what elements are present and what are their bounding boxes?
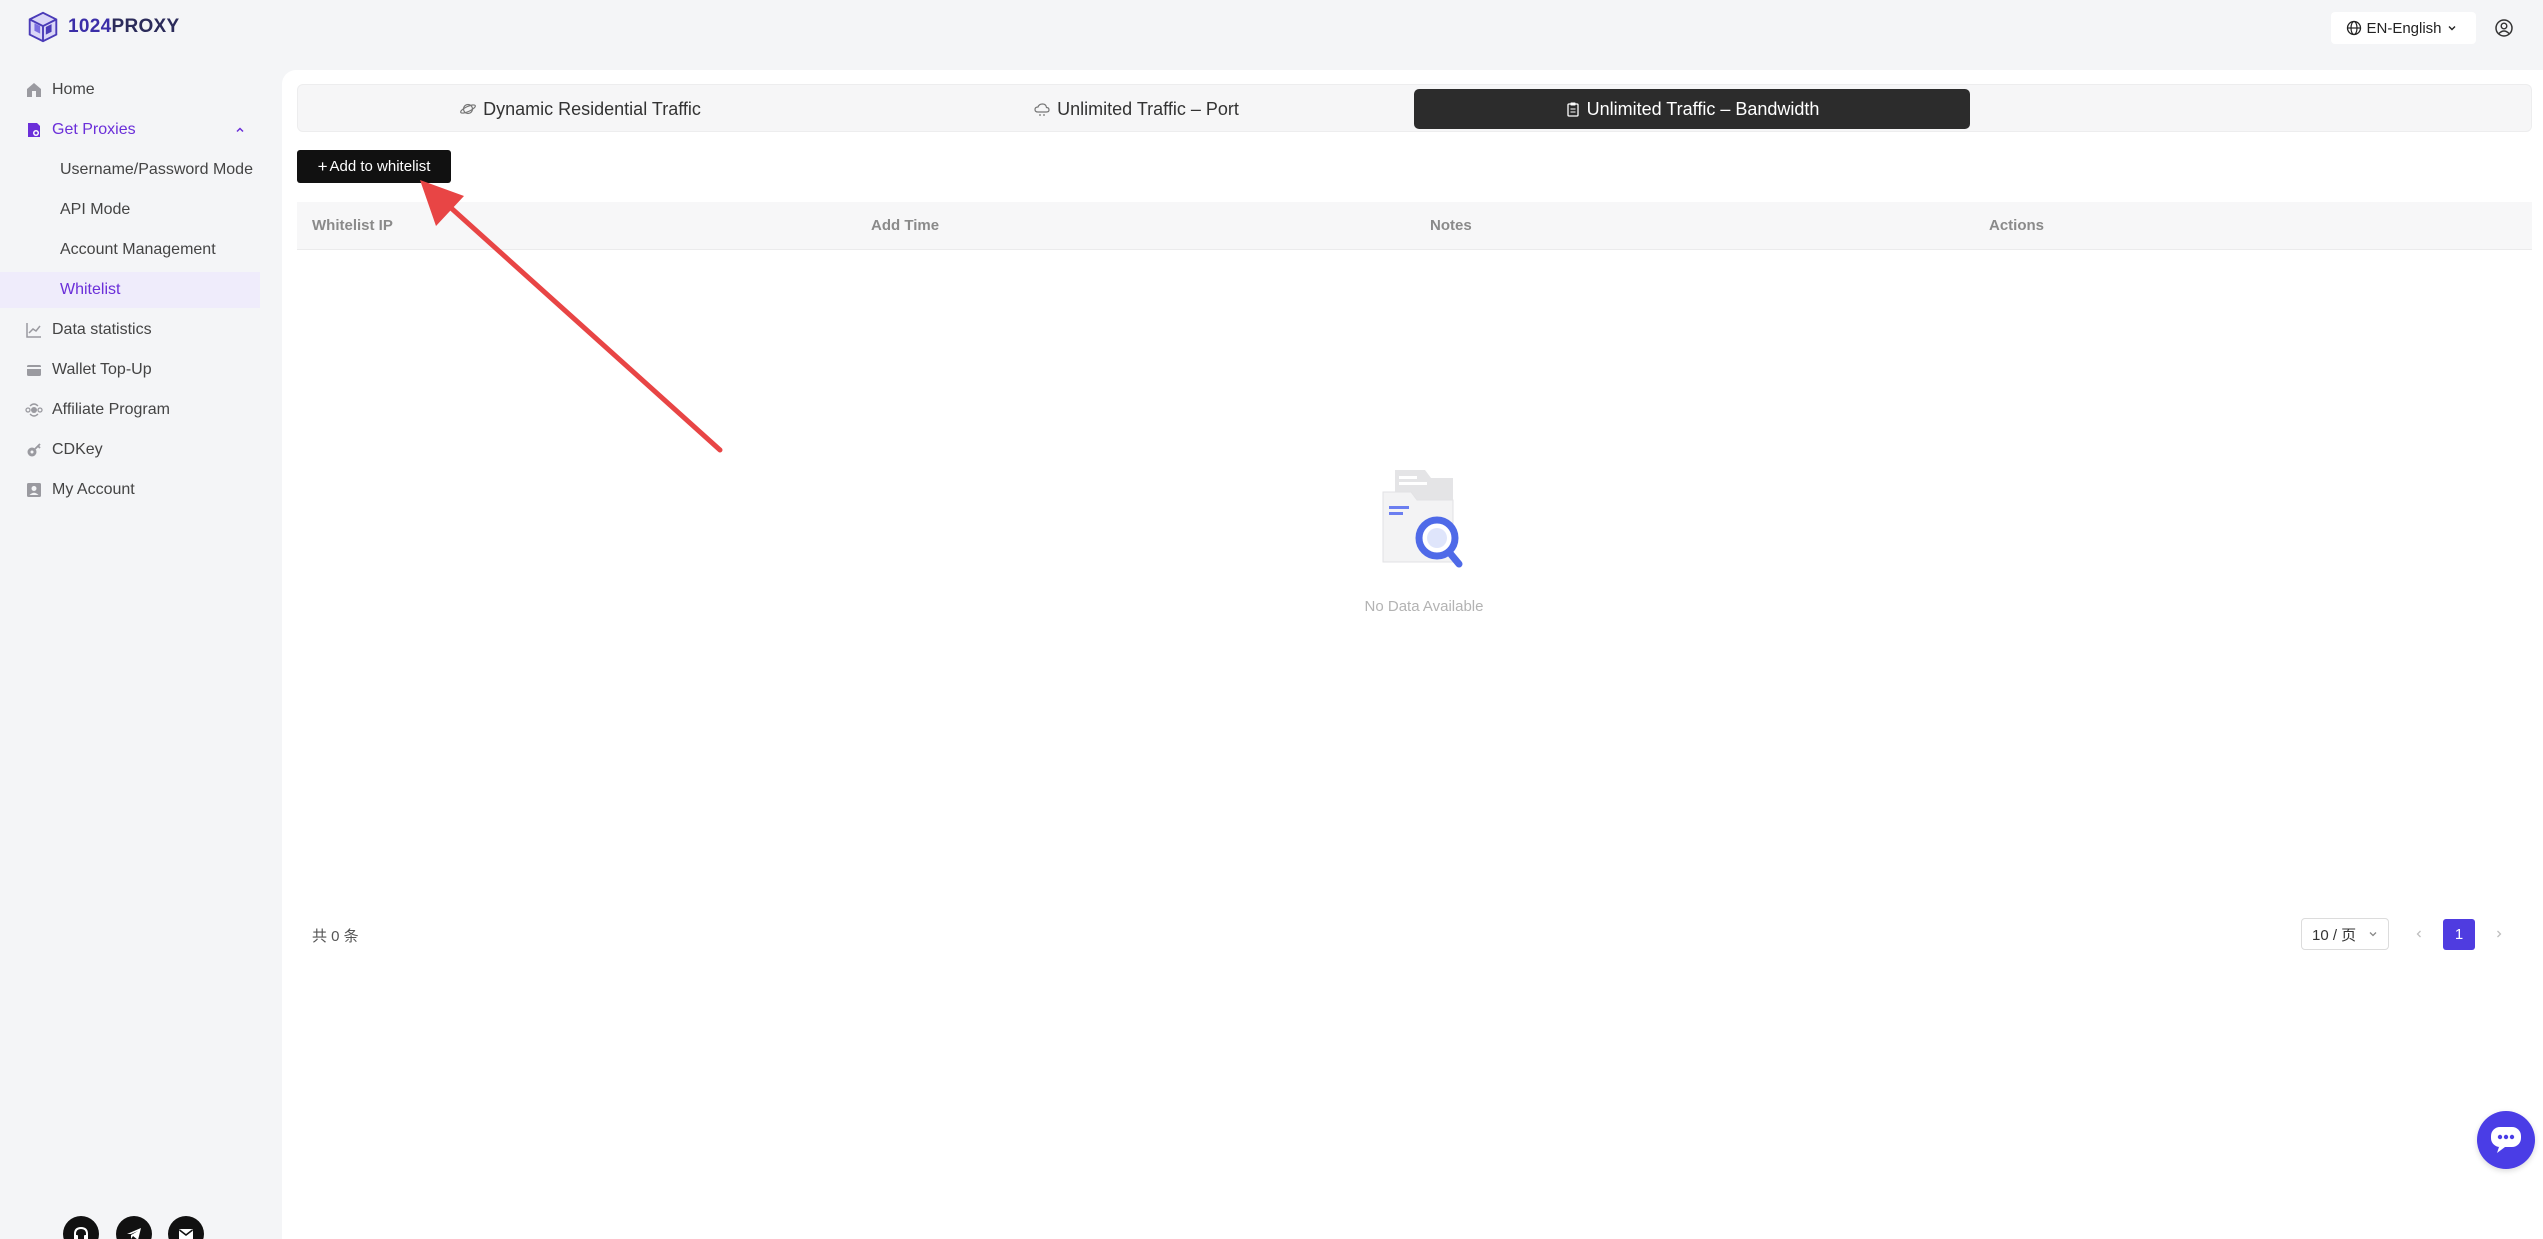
add-to-whitelist-button[interactable]: + Add to whitelist (297, 150, 451, 183)
key-icon (24, 440, 44, 460)
product-tabs: Dynamic Residential Traffic Unlimited Tr… (297, 84, 2532, 132)
mail-icon (179, 1229, 193, 1239)
page-size-value: 10 / 页 (2312, 926, 2357, 944)
wallet-icon (24, 360, 44, 380)
sidebar: Home Get Proxies Username/Password Mode … (0, 56, 282, 1239)
telegram-icon (127, 1228, 141, 1239)
sidebar-subitem-whitelist[interactable]: Whitelist (0, 272, 260, 308)
sidebar-item-label: Data statistics (52, 321, 152, 338)
tab-label: Unlimited Traffic – Port (1057, 98, 1239, 119)
top-bar: 1024PROXY EN-English (0, 0, 2543, 56)
chevron-down-icon (2369, 932, 2377, 937)
language-selector[interactable]: EN-English (2331, 12, 2476, 44)
chat-bubble-icon (2491, 1127, 2521, 1153)
sidebar-item-my-account[interactable]: My Account (0, 472, 260, 508)
headset-icon (74, 1226, 88, 1239)
sidebar-item-data-statistics[interactable]: Data statistics (0, 312, 260, 348)
sidebar-item-label: My Account (52, 481, 135, 498)
tab-dynamic-residential-traffic[interactable]: Dynamic Residential Traffic (302, 89, 858, 129)
tab-label: Dynamic Residential Traffic (483, 98, 701, 119)
brand-logo[interactable]: 1024PROXY (24, 8, 180, 46)
logo-icon (28, 11, 58, 43)
sidebar-item-get-proxies[interactable]: Get Proxies (0, 112, 260, 148)
chevron-right-icon (2497, 930, 2502, 938)
telegram-button[interactable] (116, 1216, 152, 1239)
sidebar-item-label: Wallet Top-Up (52, 361, 152, 378)
home-icon (24, 80, 44, 100)
globe-icon (2347, 20, 2362, 36)
pagination-prev-button[interactable] (2409, 922, 2429, 946)
language-label: EN-English (2366, 19, 2442, 37)
sidebar-item-wallet-top-up[interactable]: Wallet Top-Up (0, 352, 260, 388)
pagination-next-button[interactable] (2489, 922, 2509, 946)
tab-unlimited-traffic-bandwidth[interactable]: Unlimited Traffic – Bandwidth (1414, 89, 1970, 129)
sidebar-subitem-account-management[interactable]: Account Management (0, 232, 260, 268)
affiliate-icon (24, 400, 44, 420)
add-button-label: Add to whitelist (329, 158, 431, 175)
column-header-whitelist-ip: Whitelist IP (312, 217, 393, 234)
account-icon (24, 480, 44, 500)
column-header-actions: Actions (1989, 217, 2045, 234)
pagination-page-1[interactable]: 1 (2443, 919, 2475, 950)
clipboard-icon (1566, 102, 1579, 117)
user-profile-icon[interactable] (2491, 15, 2517, 41)
column-header-notes: Notes (1430, 217, 1472, 234)
brand-name: 1024PROXY (68, 16, 180, 38)
sidebar-subitem-label: Username/Password Mode (60, 161, 253, 178)
empty-state-text: No Data Available (1364, 598, 1484, 615)
chevron-left-icon (2416, 930, 2421, 938)
sidebar-subitem-label: Whitelist (60, 281, 121, 298)
sidebar-item-home[interactable]: Home (0, 72, 260, 108)
sidebar-subitem-label: Account Management (60, 241, 216, 258)
sidebar-item-label: CDKey (52, 441, 103, 458)
sidebar-item-affiliate-program[interactable]: Affiliate Program (0, 392, 260, 428)
table-header: Whitelist IP Add Time Notes Actions (297, 202, 2532, 250)
sidebar-subitem-label: API Mode (60, 201, 131, 218)
app-root: 1024PROXY EN-English Home Get Proxies Us… (0, 0, 2543, 1239)
support-headset-button[interactable] (63, 1216, 99, 1239)
sidebar-item-label: Get Proxies (52, 121, 136, 138)
sidebar-item-label: Home (52, 81, 95, 98)
cloud-icon (1034, 103, 1050, 116)
empty-search-folder-icon (1382, 470, 1463, 568)
tab-unlimited-traffic-port[interactable]: Unlimited Traffic – Port (858, 89, 1414, 129)
sidebar-subitem-username-password[interactable]: Username/Password Mode (0, 152, 260, 188)
page-size-select[interactable]: 10 / 页 (2301, 918, 2389, 950)
chevron-down-icon (2448, 26, 2456, 31)
sidebar-item-label: Affiliate Program (52, 401, 170, 418)
chevron-up-icon[interactable] (234, 124, 246, 136)
tab-label: Unlimited Traffic – Bandwidth (1586, 98, 1820, 119)
proxies-icon (24, 120, 44, 140)
brand-name-a: 1024 (68, 16, 112, 37)
brand-name-b: PROXY (111, 16, 180, 37)
column-header-add-time: Add Time (871, 217, 940, 234)
main-panel: Dynamic Residential Traffic Unlimited Tr… (282, 70, 2543, 1239)
pagination-total: 共 0 条 (312, 928, 359, 945)
live-chat-button[interactable] (2477, 1111, 2535, 1169)
sidebar-item-cdkey[interactable]: CDKey (0, 432, 260, 468)
chart-icon (24, 320, 44, 340)
email-button[interactable] (168, 1216, 204, 1239)
empty-state-illustration (1353, 462, 1501, 587)
plus-icon: + (317, 156, 328, 176)
planet-icon (460, 103, 477, 115)
sidebar-subitem-api-mode[interactable]: API Mode (0, 192, 260, 228)
